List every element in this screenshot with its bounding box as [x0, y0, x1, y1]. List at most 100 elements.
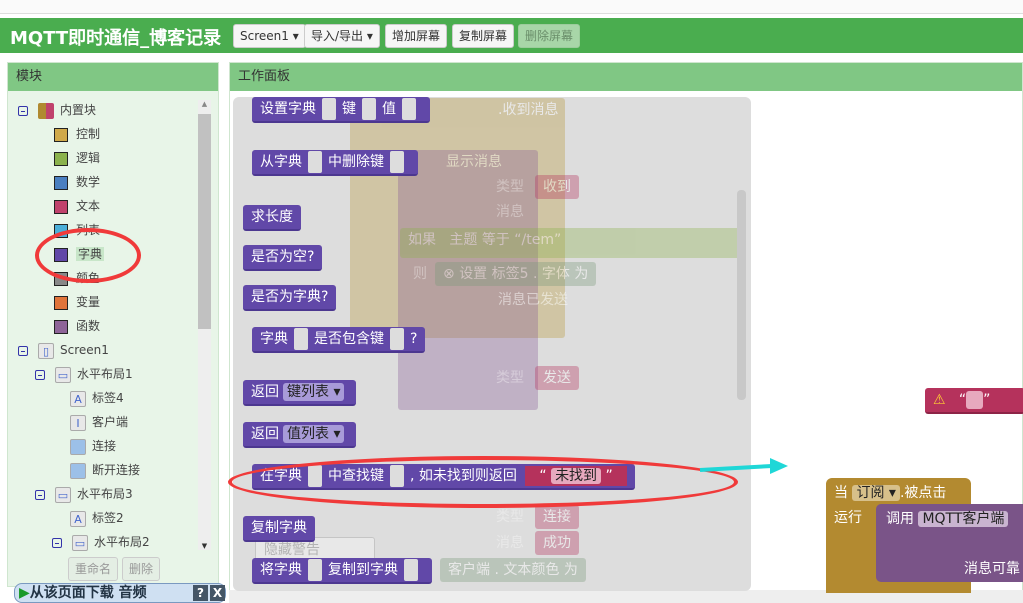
input-socket[interactable]	[404, 559, 418, 581]
dropdown[interactable]: 值列表 ▾	[283, 425, 345, 443]
copy-screen-button[interactable]: 复制屏幕	[452, 24, 515, 48]
category-label: 逻辑	[76, 151, 101, 165]
component-0[interactable]: ▯ Screen1	[18, 339, 109, 361]
import-export-dropdown[interactable]: 导入/导出 ▾	[304, 24, 380, 48]
category-color-icon	[54, 319, 68, 334]
component-label: 水平布局2	[94, 535, 150, 549]
component-4[interactable]: 连接	[70, 435, 116, 457]
dictionary-block-5[interactable]: 字典 是否包含键?	[252, 327, 426, 353]
scroll-down-icon[interactable]: ▼	[198, 542, 211, 550]
delete-component-button[interactable]: 删除	[122, 557, 161, 581]
category-label: 文本	[76, 199, 101, 213]
collapse-icon[interactable]	[18, 345, 28, 356]
input-socket[interactable]	[294, 328, 308, 350]
category-label: 函数	[76, 319, 101, 333]
category-7[interactable]: 变量	[54, 291, 100, 313]
call-label: 调用	[886, 511, 914, 527]
bg-text-send: 发送	[535, 366, 579, 390]
component-label: 客户端	[92, 415, 129, 429]
call-mqtt-block[interactable]: 调用 MQTT客户端 消息可靠	[876, 504, 1023, 582]
tree-scrollbar[interactable]: ▲ ▼	[198, 100, 211, 550]
category-8[interactable]: 函数	[54, 315, 100, 337]
download-audio-bar[interactable]: ▶从该页面下载 音频 ? X	[14, 583, 226, 603]
close-icon[interactable]: X	[210, 585, 225, 601]
dictionary-block-6[interactable]: 返回 键列表 ▾	[243, 380, 357, 406]
component-dropdown[interactable]: 订阅 ▾	[852, 485, 900, 501]
mqtt-component-dropdown[interactable]: MQTT客户端	[918, 511, 1009, 527]
dictionary-block-3[interactable]: 是否为空?	[243, 245, 323, 271]
screen-dropdown[interactable]: Screen1 ▾	[233, 24, 306, 48]
component-1[interactable]: ▭ 水平布局1	[35, 363, 133, 385]
input-socket[interactable]	[308, 559, 322, 581]
warning-icon: ⚠	[933, 392, 946, 408]
dictionary-block-2[interactable]: 求长度	[243, 205, 301, 231]
button-icon	[70, 438, 86, 455]
empty-text-field[interactable]	[966, 391, 984, 409]
dropdown[interactable]: 键列表 ▾	[283, 383, 345, 401]
category-2[interactable]: 数学	[54, 171, 100, 193]
dictionary-block-0[interactable]: 设置字典键值	[252, 97, 430, 123]
bg-message-label: 消息	[496, 204, 524, 220]
category-color-icon	[54, 151, 68, 166]
category-1[interactable]: 逻辑	[54, 147, 100, 169]
category-color-icon	[54, 295, 68, 310]
input-socket[interactable]	[322, 98, 336, 120]
screen-label: Screen1	[240, 29, 289, 43]
screen-icon: ▯	[38, 342, 54, 359]
horizontal-arrangement-icon: ▭	[55, 486, 71, 503]
tree-item-builtin[interactable]: 内置块	[18, 99, 96, 121]
dictionary-block-9[interactable]: 复制字典	[243, 516, 315, 542]
component-label: 水平布局1	[77, 367, 133, 381]
category-3[interactable]: 文本	[54, 195, 100, 217]
component-label: 标签4	[92, 391, 124, 405]
category-color-icon	[54, 199, 68, 214]
add-screen-button[interactable]: 增加屏幕	[385, 24, 448, 48]
dictionary-block-1[interactable]: 从字典 中删除键	[252, 150, 418, 176]
component-8[interactable]: ▭ 水平布局2	[52, 531, 150, 553]
dictionary-block-10[interactable]: 将字典 复制到字典	[252, 558, 432, 584]
workspace-scrollbar[interactable]	[737, 190, 746, 400]
component-label: Screen1	[60, 343, 109, 357]
delete-screen-button[interactable]: 删除屏幕	[518, 24, 581, 48]
bg-text-recv: 收到	[535, 175, 579, 199]
component-5[interactable]: 断开连接	[70, 459, 140, 481]
horizontal-arrangement-icon: ▭	[72, 534, 88, 551]
component-6[interactable]: ▭ 水平布局3	[35, 483, 133, 505]
text-block-warning[interactable]: ⚠ “ ”	[925, 388, 1023, 414]
horizontal-arrangement-icon: ▭	[55, 366, 71, 383]
workspace-header: 工作面板	[230, 63, 1022, 91]
component-2[interactable]: A 标签4	[70, 387, 124, 409]
blocks-panel-header: 模块	[8, 63, 218, 91]
download-audio-label: 从该页面下载 音频	[29, 585, 147, 601]
help-icon[interactable]: ?	[193, 585, 208, 601]
scroll-up-icon[interactable]: ▲	[198, 100, 211, 108]
collapse-icon[interactable]	[18, 105, 28, 116]
rename-button[interactable]: 重命名	[68, 557, 119, 581]
input-socket[interactable]	[390, 328, 404, 350]
builtin-blocks-icon	[38, 102, 54, 119]
highlight-dictionary-category	[35, 228, 141, 283]
dictionary-block-4[interactable]: 是否为字典?	[243, 285, 337, 311]
component-7[interactable]: A 标签2	[70, 507, 124, 529]
component-label: 连接	[92, 439, 117, 453]
collapse-icon[interactable]	[35, 489, 45, 500]
clicked-label: .被点击	[899, 485, 947, 501]
collapse-icon[interactable]	[35, 369, 45, 380]
tree-scrollbar-thumb[interactable]	[198, 114, 211, 329]
component-3[interactable]: I 客户端	[70, 411, 128, 433]
component-label: 标签2	[92, 511, 124, 525]
annotation-arrow-icon	[700, 458, 788, 474]
button-icon	[70, 462, 86, 479]
bg-message-label-2: 消息	[496, 535, 524, 551]
category-0[interactable]: 控制	[54, 123, 100, 145]
input-socket[interactable]	[402, 98, 416, 120]
builtin-label: 内置块	[60, 103, 97, 117]
collapse-icon[interactable]	[52, 537, 62, 548]
dictionary-block-7[interactable]: 返回 值列表 ▾	[243, 422, 357, 448]
category-color-icon	[54, 175, 68, 190]
input-socket[interactable]	[362, 98, 376, 120]
input-socket[interactable]	[390, 151, 404, 173]
category-label: 变量	[76, 295, 101, 309]
input-socket[interactable]	[308, 151, 322, 173]
bg-text-success: 成功	[535, 531, 579, 555]
